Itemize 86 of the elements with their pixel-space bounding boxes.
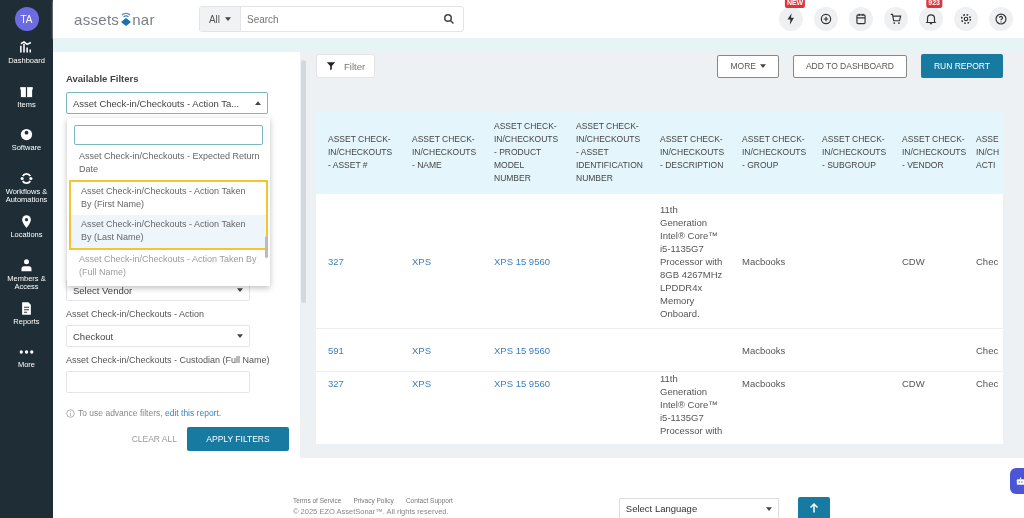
location-pin-icon <box>19 214 34 229</box>
table-cell: Macbooks <box>742 344 786 356</box>
header-icon-button[interactable] <box>884 7 908 31</box>
table-link[interactable]: XPS 15 9560 <box>494 378 550 389</box>
edit-report-link[interactable]: edit this report. <box>164 408 222 418</box>
calendar-icon <box>854 12 868 26</box>
header-icon-button[interactable] <box>779 7 803 31</box>
more-dots-icon <box>19 349 34 354</box>
column-header[interactable]: ASSET CHECK-IN/CHECKOUTS - ASSET # <box>316 111 400 194</box>
apply-filters-button[interactable]: APPLY FILTERS <box>187 427 289 451</box>
table-cell: Chec <box>976 344 999 356</box>
caret-icon <box>255 101 261 105</box>
arrow-up-icon <box>807 501 820 514</box>
search-icon[interactable] <box>443 13 455 25</box>
info-icon <box>66 408 75 418</box>
advance-filter-note: To use advance filters, edit this report. <box>78 408 222 418</box>
table-cell: 11th Generation Intel® Core™ i5-1135G7 Processor with <box>660 373 723 436</box>
select-field[interactable]: Checkout <box>66 325 250 347</box>
caret-icon <box>225 17 232 21</box>
table-cell: CDW <box>902 255 925 267</box>
robot-icon <box>1014 475 1024 487</box>
search-scope-dropdown[interactable]: All <box>200 7 241 31</box>
table-link[interactable]: 327 <box>328 255 344 267</box>
signal-diamond-icon <box>119 12 132 26</box>
scrollbar[interactable] <box>265 236 268 258</box>
table-link[interactable]: XPS <box>412 378 431 389</box>
column-header[interactable]: ASSET CHECK-IN/CHECKOUTS - ASSET IDENTIFICATION NUMBER <box>564 111 648 194</box>
table-link[interactable]: 591 <box>328 344 344 356</box>
table-link[interactable]: XPS <box>412 344 431 356</box>
caret-icon <box>237 288 243 292</box>
field-label: Asset Check-in/Checkouts - Custodian (Full Name) <box>66 355 271 365</box>
table-cell: CDW <box>902 378 925 389</box>
disc-icon <box>19 127 34 142</box>
person-icon <box>19 257 34 273</box>
table-link[interactable]: XPS <box>412 255 431 267</box>
column-header[interactable]: ASSET CHECK-IN/CHECKOUTS - SUBGROUP <box>810 111 890 194</box>
table-cell: Chec <box>976 255 999 267</box>
column-header[interactable]: ASSE IN/CH ACTI <box>970 111 1003 194</box>
caret-icon <box>237 334 243 338</box>
help-icon <box>994 12 1008 26</box>
filter-select[interactable]: Asset Check-in/Checkouts - Action Ta... <box>66 92 268 114</box>
dropdown-search-field[interactable] <box>74 125 263 145</box>
table-cell: Macbooks <box>742 378 786 389</box>
logo[interactable]: assets nar <box>74 10 199 28</box>
dropdown-option[interactable]: Asset Check-in/Checkouts - Expected Return Date <box>67 147 270 180</box>
cycle-arrows-icon <box>19 170 34 186</box>
header-icon-button[interactable] <box>989 7 1013 31</box>
header-icon-button[interactable] <box>954 7 978 31</box>
cart-icon <box>889 12 903 26</box>
table-cell: Chec <box>976 378 999 389</box>
header-icon-button[interactable] <box>849 7 873 31</box>
settings-icon <box>959 12 973 26</box>
add-circle-icon <box>819 12 833 26</box>
table-cell: Macbooks <box>742 255 786 267</box>
table-link[interactable]: XPS 15 9560 <box>494 344 550 356</box>
run-report-button[interactable]: RUN REPORT <box>920 54 1003 78</box>
field-label: Asset Check-in/Checkouts - Action <box>66 309 206 319</box>
column-header[interactable]: ASSET CHECK-IN/CHECKOUTS - NAME <box>400 111 482 194</box>
document-icon <box>19 301 34 316</box>
input-field[interactable] <box>66 371 250 393</box>
notification-bell-icon <box>924 12 938 26</box>
search-field[interactable]: All Search <box>199 6 464 32</box>
caret-icon <box>759 64 766 68</box>
column-header[interactable]: ASSET CHECK-IN/CHECKOUTS - GROUP <box>730 111 810 194</box>
column-header[interactable]: ASSET CHECK-IN/CHECKOUTS - DESCRIPTION <box>648 111 730 194</box>
more-button[interactable]: MORE <box>717 54 779 78</box>
table-cell: 11th Generation Intel® Core™ i5-1135G7 Processor with 8GB 4267MHz LPDDR4x Memory Onboard. <box>660 203 723 319</box>
filter-button[interactable]: Filter <box>316 54 376 78</box>
column-header[interactable]: ASSET CHECK-IN/CHECKOUTS - PRODUCT MODEL NUMBER <box>482 111 564 194</box>
chart-icon <box>19 40 34 55</box>
header-icon-button[interactable] <box>814 7 838 31</box>
user-avatar[interactable]: TA <box>14 7 39 31</box>
language-select[interactable]: Select Language <box>618 498 779 518</box>
panel-title: Available Filters <box>66 73 140 84</box>
table-link[interactable]: 327 <box>328 378 344 389</box>
funnel-icon <box>326 61 336 71</box>
dropdown-option[interactable]: Asset Check-in/Checkouts - Action Taken By (First Name) <box>71 182 266 215</box>
scrollbar[interactable] <box>301 60 306 303</box>
table-link[interactable]: XPS 15 9560 <box>494 255 550 267</box>
caret-icon <box>765 506 772 511</box>
dropdown-option[interactable]: Asset Check-in/Checkouts - Action Taken By (Last Name) <box>71 215 266 248</box>
header-icon-button[interactable] <box>919 7 943 31</box>
column-header[interactable]: ASSET CHECK-IN/CHECKOUTS - VENDOR <box>890 111 970 194</box>
scroll-to-top-button[interactable] <box>797 497 830 518</box>
chatbot-button[interactable] <box>1010 468 1024 494</box>
add-to-dashboard-button[interactable]: ADD TO DASHBOARD <box>792 54 907 78</box>
